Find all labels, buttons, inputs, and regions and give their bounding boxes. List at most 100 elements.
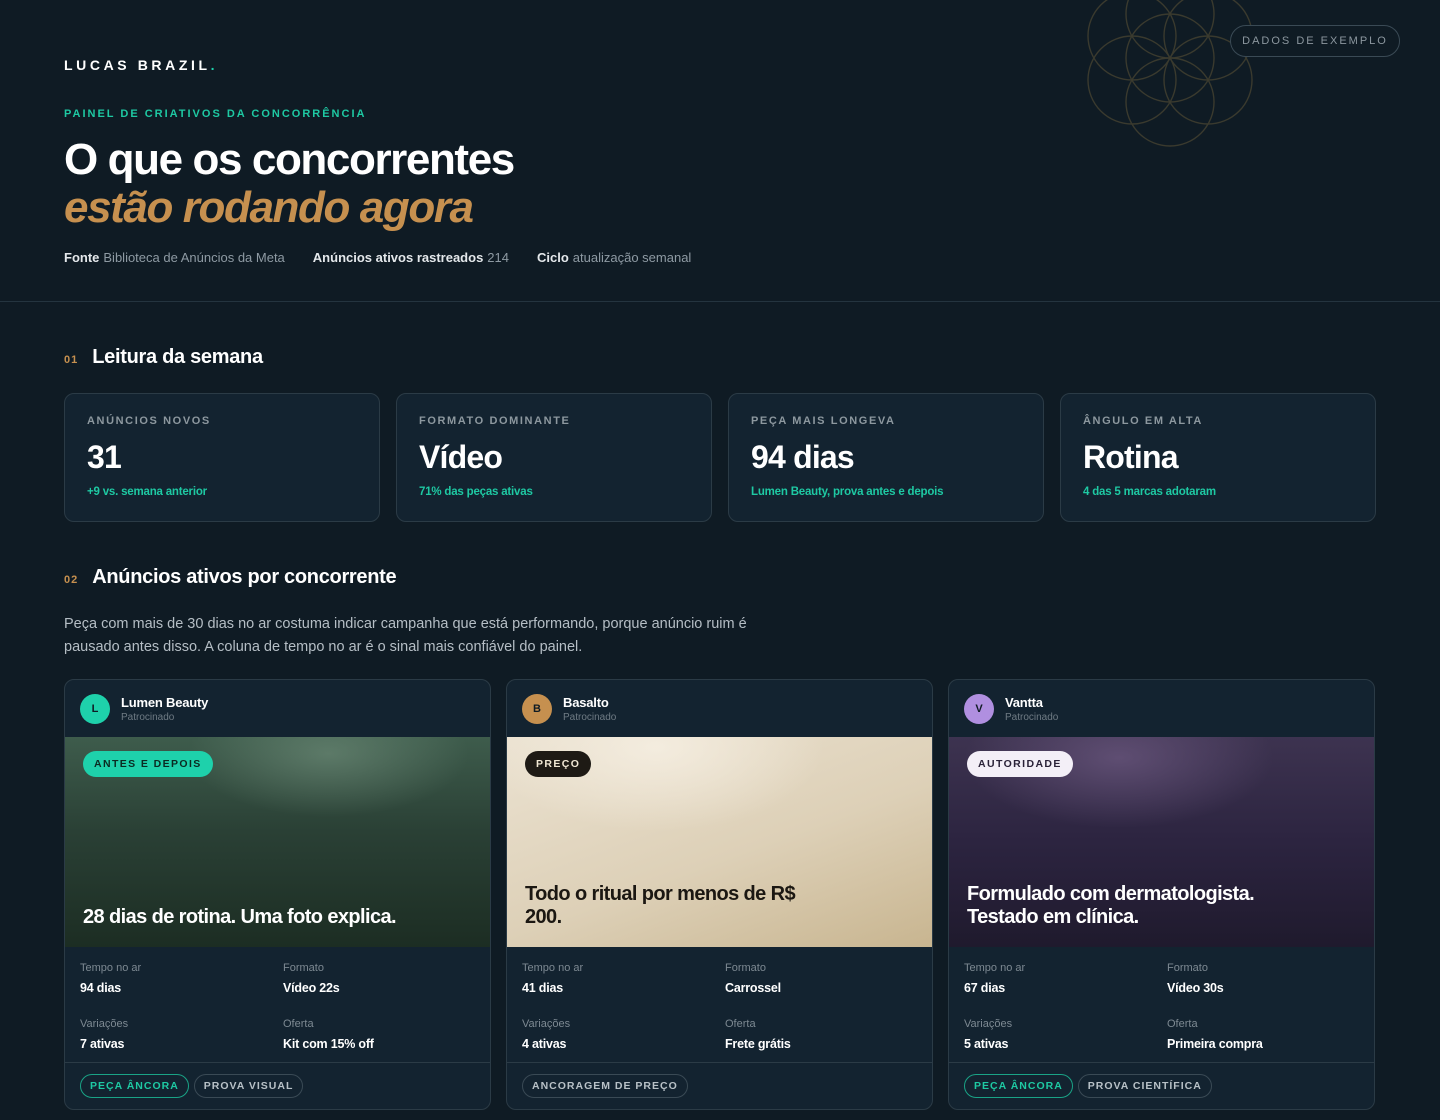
- spec-value: Frete grátis: [725, 1036, 791, 1051]
- spec-label: Oferta: [725, 1017, 756, 1030]
- creative-preview[interactable]: ANTES E DEPOIS 28 dias de rotina. Uma fo…: [65, 737, 490, 947]
- meta-tracked: Anúncios ativos rastreados 214: [313, 250, 509, 265]
- meta-row: Fonte Biblioteca de Anúncios da Meta Anún…: [64, 250, 691, 265]
- spec-value: Kit com 15% off: [283, 1036, 374, 1051]
- weekly-stats: ANÚNCIOS NOVOS 31 +9 vs. semana anterior…: [64, 393, 1376, 522]
- section-number: 02: [64, 574, 79, 586]
- spec-value: Primeira compra: [1167, 1036, 1263, 1051]
- spec-label: Oferta: [283, 1017, 314, 1030]
- stat-value: Vídeo: [419, 439, 503, 475]
- spec-variations: Variações 5 ativas: [964, 1018, 1167, 1065]
- spec-label: Variações: [964, 1017, 1013, 1030]
- spec-value: 5 ativas: [964, 1036, 1009, 1051]
- advertiser-name: Basalto: [563, 694, 609, 710]
- sample-data-badge: DADOS DE EXEMPLO: [1230, 25, 1400, 57]
- spec-label: Oferta: [1167, 1017, 1198, 1030]
- ad-specs: Tempo no ar 41 dias Formato Carrossel Vari…: [507, 947, 932, 1064]
- spec-value: 7 ativas: [80, 1036, 125, 1051]
- sponsored-label: Patrocinado: [121, 711, 175, 723]
- title-line-1: O que os concorrentes: [64, 135, 515, 184]
- stat-label: PEÇA MAIS LONGEVA: [751, 415, 896, 427]
- tag-chip[interactable]: PEÇA ÂNCORA: [964, 1074, 1073, 1098]
- spec-offer: Oferta Kit com 15% off: [283, 1018, 475, 1065]
- avatar: V: [964, 693, 994, 724]
- meta-label: Fonte: [64, 250, 100, 265]
- ad-cards: L Lumen Beauty Patrocinado ANTES E DEPOI…: [64, 679, 1376, 1110]
- card-tags: ANCORAGEM DE PREÇO: [507, 1062, 932, 1109]
- spec-label: Formato: [283, 962, 324, 974]
- hero-header: LUCAS BRAZIL. DADOS DE EXEMPLO PAINEL DE…: [0, 0, 1440, 302]
- tag-chip[interactable]: PROVA VISUAL: [193, 1074, 304, 1098]
- spec-variations: Variações 7 ativas: [80, 1018, 283, 1065]
- stat-value: 94 dias: [751, 439, 855, 475]
- ad-specs: Tempo no ar 94 dias Formato Vídeo 22s Vari…: [65, 947, 490, 1064]
- stat-card-new-ads: ANÚNCIOS NOVOS 31 +9 vs. semana anterior: [64, 393, 380, 522]
- section-ads-heading: 02 Anúncios ativos por concorrente: [64, 566, 397, 589]
- spec-value: Vídeo 22s: [283, 981, 340, 995]
- card-tags: PEÇA ÂNCORA PROVA VISUAL: [65, 1062, 490, 1109]
- spec-value: 4 ativas: [522, 1036, 567, 1051]
- creative-headline: 28 dias de rotina. Uma foto explica.: [83, 906, 397, 928]
- spec-label: Formato: [1167, 962, 1208, 974]
- spec-label: Tempo no ar: [522, 962, 584, 974]
- page-title: O que os concorrentes estão rodando agor…: [64, 135, 515, 232]
- spec-format: Formato Vídeo 30s: [1167, 962, 1359, 1009]
- brand-name: LUCAS BRAZIL: [64, 57, 211, 73]
- meta-value: atualização semanal: [572, 250, 692, 265]
- tag-chip[interactable]: PROVA CIENTÍFICA: [1077, 1074, 1212, 1098]
- section-weekly-heading: 01 Leitura da semana: [64, 346, 263, 369]
- stat-label: FORMATO DOMINANTE: [419, 415, 571, 427]
- spec-label: Formato: [725, 962, 766, 974]
- meta-value: Biblioteca de Anúncios da Meta: [103, 250, 285, 265]
- meta-cycle: Ciclo atualização semanal: [537, 250, 691, 265]
- stat-subtext: +9 vs. semana anterior: [87, 486, 207, 498]
- stat-card-trending-angle: ÂNGULO EM ALTA Rotina 4 das 5 marcas ado…: [1060, 393, 1376, 522]
- page-eyebrow: PAINEL DE CRIATIVOS DA CONCORRÊNCIA: [64, 108, 367, 120]
- creative-headline: Todo o ritual por menos de R$ 200.: [525, 883, 796, 928]
- title-line-2: estão rodando agora: [64, 183, 474, 232]
- meta-label: Anúncios ativos rastreados: [312, 250, 484, 265]
- meta-source: Fonte Biblioteca de Anúncios da Meta: [64, 250, 285, 265]
- stat-label: ÂNGULO EM ALTA: [1083, 415, 1203, 427]
- stat-card-longest-ad: PEÇA MAIS LONGEVA 94 dias Lumen Beauty, …: [728, 393, 1044, 522]
- spec-value: 41 dias: [522, 981, 563, 995]
- card-header: L Lumen Beauty Patrocinado: [65, 680, 490, 737]
- creative-preview[interactable]: AUTORIDADE Formulado com dermatologista.…: [949, 737, 1374, 947]
- tag-chip[interactable]: PEÇA ÂNCORA: [80, 1074, 189, 1098]
- stat-label: ANÚNCIOS NOVOS: [87, 415, 211, 427]
- card-header: B Basalto Patrocinado: [507, 680, 932, 737]
- ad-card-basalto[interactable]: B Basalto Patrocinado PREÇO Todo o ritua…: [506, 679, 933, 1110]
- sponsored-label: Patrocinado: [1005, 711, 1059, 723]
- stat-card-dominant-format: FORMATO DOMINANTE Vídeo 71% das peças at…: [396, 393, 712, 522]
- spec-format: Formato Vídeo 22s: [283, 962, 475, 1009]
- spec-variations: Variações 4 ativas: [522, 1018, 725, 1065]
- section-number: 01: [64, 354, 79, 366]
- creative-preview[interactable]: PREÇO Todo o ritual por menos de R$ 200.: [507, 737, 932, 947]
- ad-specs: Tempo no ar 67 dias Formato Vídeo 30s Vari…: [949, 947, 1374, 1064]
- section-title: Leitura da semana: [92, 346, 263, 368]
- tag-chip[interactable]: ANCORAGEM DE PREÇO: [522, 1074, 688, 1098]
- ad-card-vantta[interactable]: V Vantta Patrocinado AUTORIDADE Formulad…: [948, 679, 1375, 1110]
- card-tags: PEÇA ÂNCORA PROVA CIENTÍFICA: [949, 1062, 1374, 1109]
- avatar: B: [522, 693, 552, 724]
- advertiser-name: Lumen Beauty: [121, 694, 209, 710]
- advertiser-name: Vantta: [1005, 694, 1043, 710]
- spec-time-live: Tempo no ar 67 dias: [964, 962, 1167, 1009]
- avatar: L: [80, 693, 110, 724]
- section-description: Peça com mais de 30 dias no ar costuma i…: [64, 616, 747, 655]
- spec-value: 94 dias: [80, 981, 121, 995]
- stat-subtext: Lumen Beauty, prova antes e depois: [751, 486, 944, 498]
- ad-card-lumen-beauty[interactable]: L Lumen Beauty Patrocinado ANTES E DEPOI…: [64, 679, 491, 1110]
- angle-tag: AUTORIDADE: [967, 751, 1073, 777]
- spec-label: Tempo no ar: [964, 962, 1026, 974]
- brand-dot: .: [210, 57, 219, 73]
- brand-logo[interactable]: LUCAS BRAZIL.: [64, 57, 218, 73]
- spec-label: Tempo no ar: [80, 962, 142, 974]
- spec-format: Formato Carrossel: [725, 962, 917, 1009]
- spec-time-live: Tempo no ar 41 dias: [522, 962, 725, 1009]
- spec-offer: Oferta Primeira compra: [1167, 1018, 1359, 1065]
- stat-subtext: 4 das 5 marcas adotaram: [1083, 486, 1216, 498]
- meta-label: Ciclo: [537, 250, 569, 265]
- stat-subtext: 71% das peças ativas: [419, 486, 533, 498]
- spec-time-live: Tempo no ar 94 dias: [80, 962, 283, 1009]
